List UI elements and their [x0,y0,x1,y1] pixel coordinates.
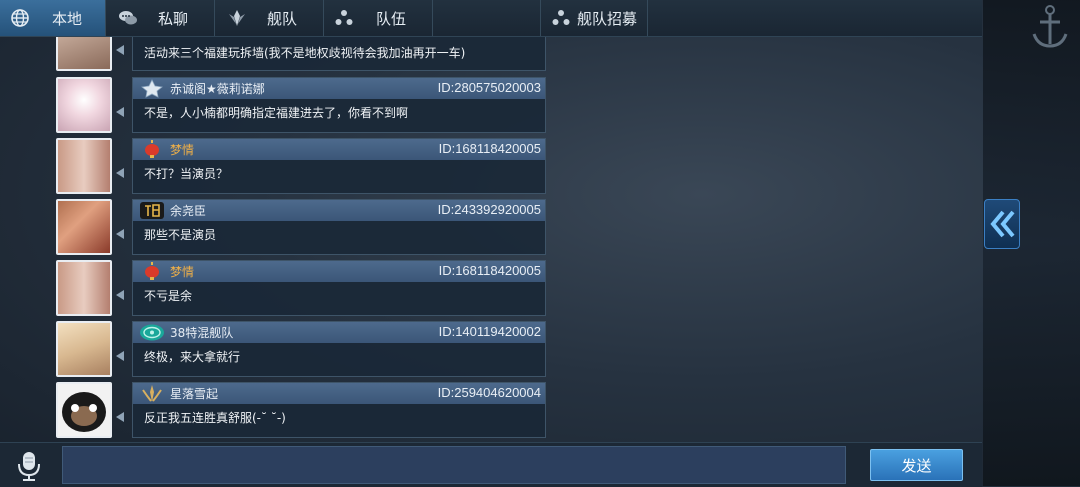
message-text: 不亏是余 [144,289,193,303]
bubble-pointer [116,290,124,300]
sender-name[interactable]: 梦情 [170,263,194,280]
chat-message: 星落雪起 ID:259404620004 反正我五连胜真舒服(-˘ ˘-) [56,382,546,440]
chat-bubbles-icon [119,11,137,25]
microphone-icon[interactable] [14,450,44,482]
teal-emblem-badge-icon [140,324,164,341]
panda-face-icon [62,392,106,432]
chat-message: 梦情 ID:168118420005 不亏是余 [56,260,546,318]
sender-id: ID:168118420005 [438,141,541,156]
bubble-pointer [116,107,124,117]
lantern-badge-icon [145,262,159,280]
chat-input-bar: 发送 [0,442,982,487]
sender-name[interactable]: 梦情 [170,141,194,158]
message-text: 反正我五连胜真舒服(-˘ ˘-) [144,411,286,425]
avatar[interactable] [56,382,112,438]
avatar[interactable] [56,77,112,133]
tab-label: 舰队招募 [577,10,638,28]
message-text: 活动来三个福建玩拆墙(我不是地权歧视待会我加油再开一车) [144,46,466,60]
chat-message: 赤诚阁★薇莉诺娜 ID:280575020003 不是，人小楠都明确指定福建进去… [56,77,546,135]
message-text: 不打？当演员？ [144,167,229,181]
lantern-badge-icon [145,140,159,158]
chat-message: 活动来三个福建玩拆墙(我不是地权歧视待会我加油再开一车) [56,37,546,73]
sender-name[interactable]: 赤诚阁★薇莉诺娜 [170,80,265,97]
tab-local[interactable]: 本地 [0,0,106,36]
message-bubble: 活动来三个福建玩拆墙(我不是地权歧视待会我加油再开一车) [132,37,546,71]
sender-id: ID:243392920005 [437,202,541,217]
tab-team[interactable]: 队伍 [324,0,433,36]
fu-badge-icon [140,202,164,219]
avatar[interactable] [56,138,112,194]
message-bubble: 梦情 ID:168118420005 不打？当演员？ [132,138,546,194]
chat-channel-tabs: 本地 私聊 舰队 队伍 舰队招募 [0,0,982,37]
message-bubble: 赤诚阁★薇莉诺娜 ID:280575020003 不是，人小楠都明确指定福建进去… [132,77,546,133]
chat-message: 38特混舰队 ID:140119420002 终极，来大拿就行 [56,321,546,379]
tab-label: 队伍 [376,10,407,28]
double-chevron-left-icon [990,210,1015,238]
message-text: 终极，来大拿就行 [144,350,241,364]
message-bubble: 梦情 ID:168118420005 不亏是余 [132,260,546,316]
message-text: 不是，人小楠都明确指定福建进去了，你看不到啊 [144,106,409,120]
chat-message: 余尧臣 ID:243392920005 那些不是演员 [56,199,546,257]
laurel-badge-icon [142,385,162,402]
avatar[interactable] [56,321,112,377]
message-header: 余尧臣 ID:243392920005 [133,200,545,221]
message-bubble: 余尧臣 ID:243392920005 那些不是演员 [132,199,546,255]
send-button[interactable]: 发送 [870,449,963,481]
tab-label: 私聊 [158,10,189,28]
chat-message-list[interactable]: 活动来三个福建玩拆墙(我不是地权歧视待会我加油再开一车) 赤诚阁★薇莉诺娜 ID… [0,37,982,441]
message-header: 赤诚阁★薇莉诺娜 ID:280575020003 [133,78,545,99]
anchor-icon [1032,5,1068,48]
tab-label: 本地 [52,10,83,28]
bubble-pointer [116,412,124,422]
fleet-emblem-icon [229,10,245,26]
message-header: 星落雪起 ID:259404620004 [133,383,545,404]
bubble-pointer [116,229,124,239]
message-header: 38特混舰队 ID:140119420002 [133,322,545,343]
team-dots-icon [335,10,353,25]
tab-label: 舰队 [267,10,298,28]
bubble-pointer [116,45,124,55]
tab-fleet[interactable]: 舰队 [215,0,324,36]
tab-private-chat[interactable]: 私聊 [106,0,215,36]
sender-id: ID:259404620004 [437,385,541,400]
globe-icon [11,9,29,27]
message-bubble: 38特混舰队 ID:140119420002 终极，来大拿就行 [132,321,546,377]
sender-name[interactable]: 38特混舰队 [170,324,233,341]
avatar[interactable] [56,260,112,316]
avatar[interactable] [56,37,112,71]
avatar[interactable] [56,199,112,255]
sender-id: ID:168118420005 [438,263,541,278]
chat-message: 梦情 ID:168118420005 不打？当演员？ [56,138,546,196]
team-dots-icon [552,10,570,25]
bubble-pointer [116,168,124,178]
sender-name[interactable]: 余尧臣 [170,202,206,219]
message-header: 梦情 ID:168118420005 [133,139,545,160]
collapse-chat-button[interactable] [984,199,1020,249]
message-header: 梦情 ID:168118420005 [133,261,545,282]
tab-fleet-recruit[interactable]: 舰队招募 [540,0,648,36]
message-bubble: 星落雪起 ID:259404620004 反正我五连胜真舒服(-˘ ˘-) [132,382,546,438]
sender-id: ID:140119420002 [438,324,541,339]
sender-id: ID:280575020003 [437,80,541,95]
sender-name[interactable]: 星落雪起 [170,385,218,402]
message-text: 那些不是演员 [144,228,217,242]
bubble-pointer [116,351,124,361]
star-badge-icon [141,79,163,98]
chat-message-input[interactable] [62,446,846,484]
